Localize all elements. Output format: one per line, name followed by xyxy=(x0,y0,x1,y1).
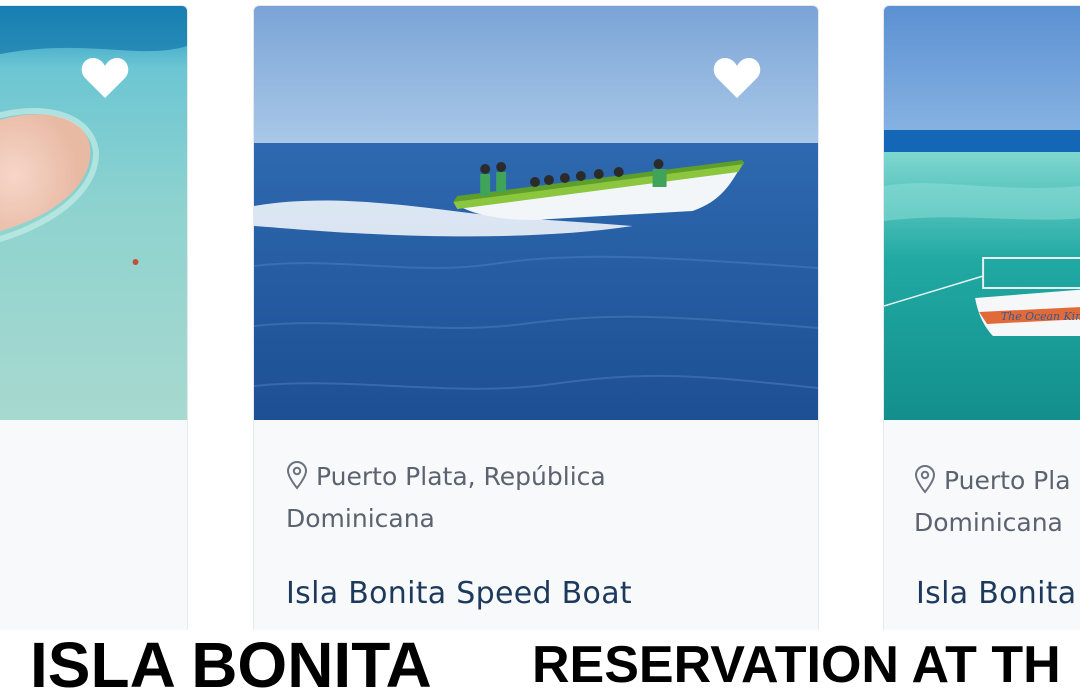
location-line-2: Dominicana xyxy=(914,508,1063,537)
tour-card-3[interactable]: The Ocean King Puerto Pla Dominicana Isl… xyxy=(883,5,1080,638)
caption-left: ISLA BONITA xyxy=(0,630,520,700)
tour-location: Puerto Plata, República Dominicana xyxy=(286,456,606,540)
favorite-heart-icon[interactable] xyxy=(713,56,761,100)
caption-right: RESERVATION AT TH xyxy=(520,630,1080,700)
favorite-heart-icon[interactable] xyxy=(81,56,129,100)
tour-location: Puerto Pla Dominicana xyxy=(914,460,1071,544)
location-line-2: Dominicana xyxy=(286,504,435,533)
map-pin-icon xyxy=(286,460,308,490)
tour-title[interactable]: Isla Bonita xyxy=(916,576,1076,611)
svg-text:The Ocean King: The Ocean King xyxy=(1001,310,1080,323)
catamaran-image: The Ocean King xyxy=(884,6,1080,420)
tour-photo-catamaran[interactable]: The Ocean King xyxy=(884,6,1080,420)
tour-card-2[interactable]: Puerto Plata, República Dominicana Isla … xyxy=(253,5,819,638)
map-pin-icon xyxy=(914,464,936,494)
location-line-1: Puerto Pla xyxy=(944,466,1071,495)
tour-card-1[interactable] xyxy=(0,5,188,638)
tour-title[interactable]: Isla Bonita Speed Boat xyxy=(286,576,632,611)
location-line-1: Puerto Plata, República xyxy=(316,462,606,491)
